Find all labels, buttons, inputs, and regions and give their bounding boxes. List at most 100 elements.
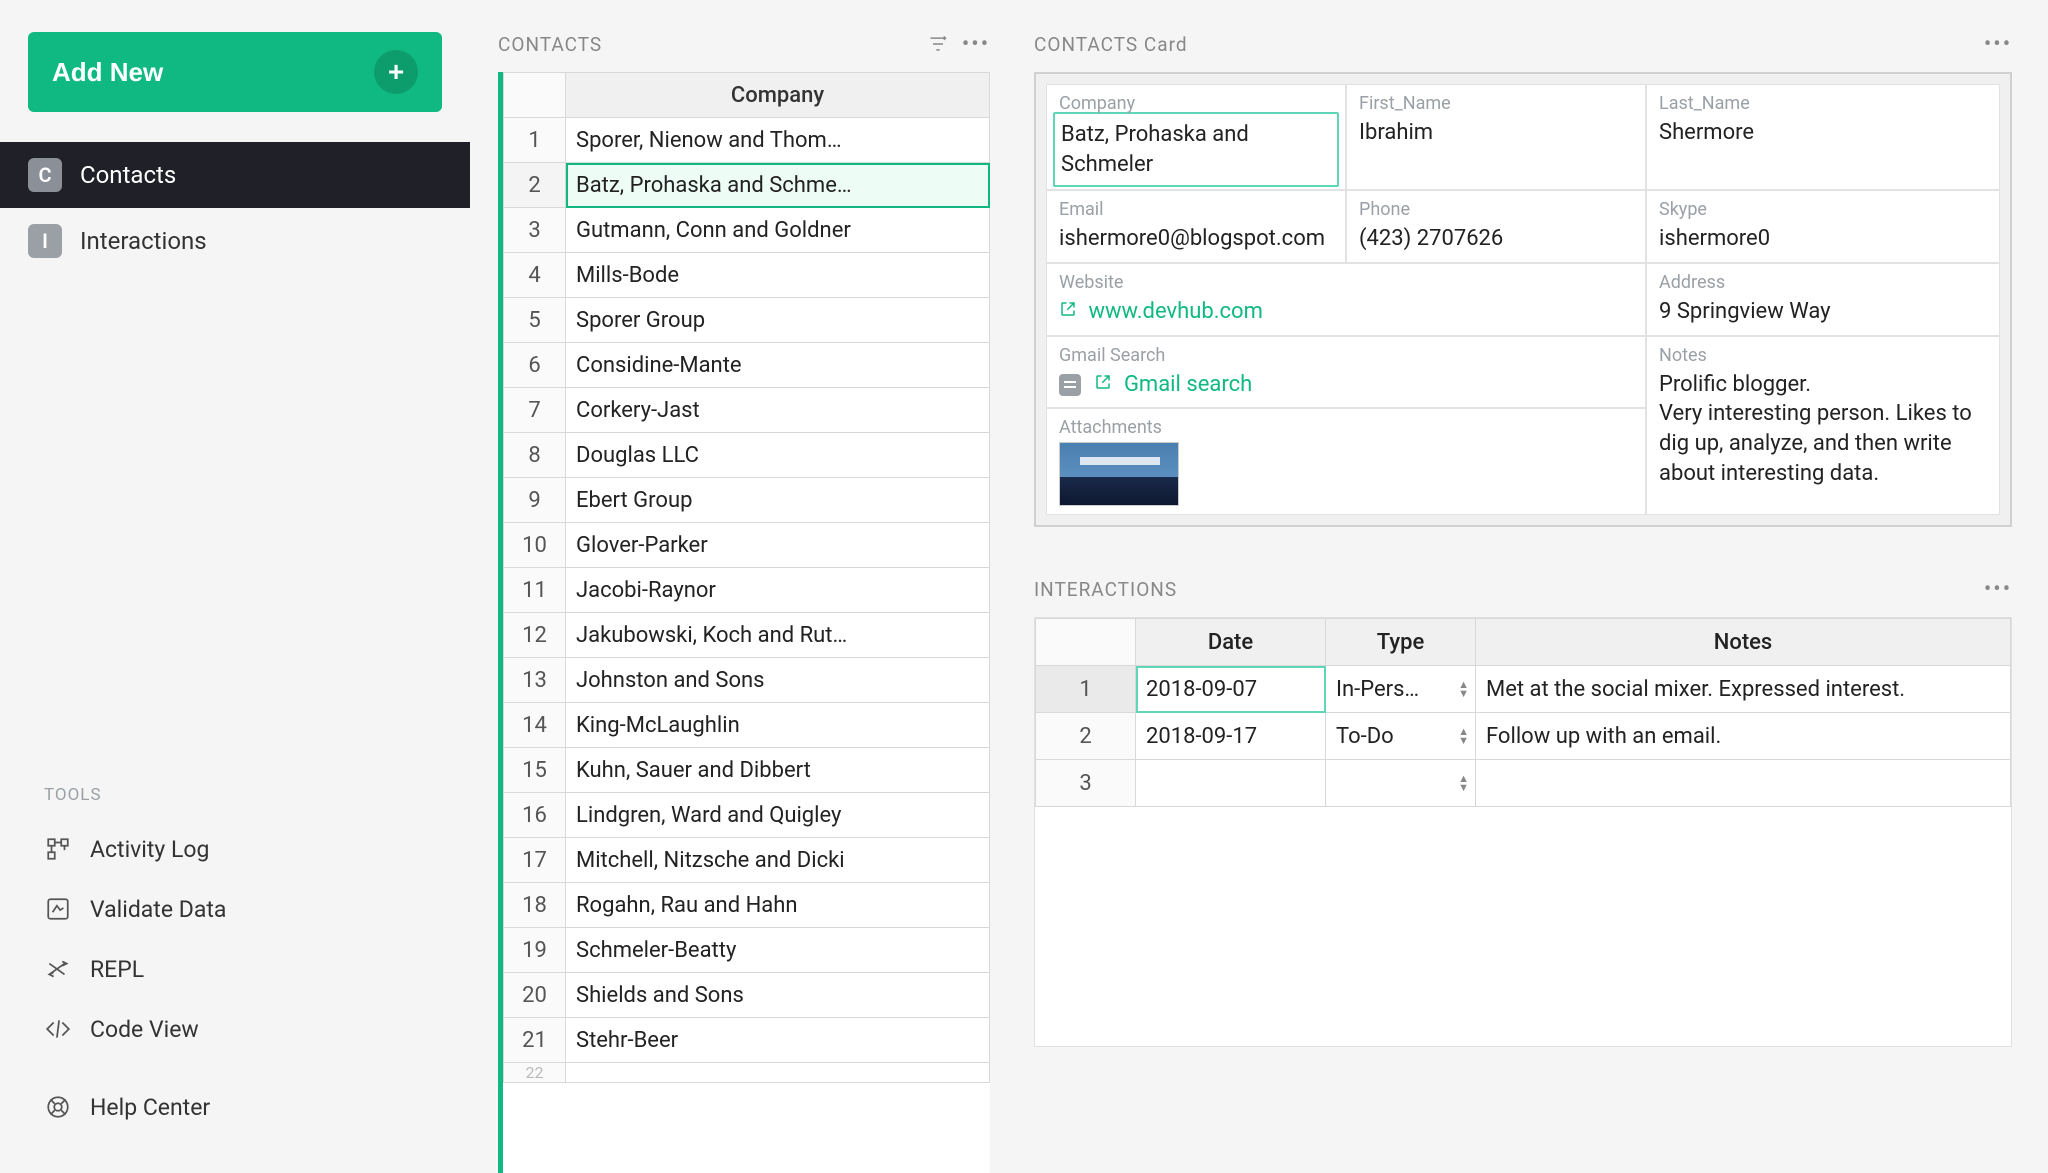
table-row[interactable]: 9Ebert Group [504,478,990,523]
more-icon[interactable]: ••• [1984,575,2012,603]
row-number[interactable]: 20 [504,973,566,1018]
date-header[interactable]: Date [1136,619,1326,666]
nav-item-contacts[interactable]: C Contacts [0,142,470,208]
table-row[interactable]: 4Mills-Bode [504,253,990,298]
type-cell[interactable]: In-Pers…▲▼ [1326,666,1476,713]
table-row[interactable]: 17Mitchell, Nitzsche and Dicki [504,838,990,883]
row-number[interactable]: 2 [504,163,566,208]
row-number[interactable]: 3 [504,208,566,253]
row-number[interactable]: 16 [504,793,566,838]
table-row[interactable]: 19Schmeler-Beatty [504,928,990,973]
table-row[interactable]: 7Corkery-Jast [504,388,990,433]
more-icon[interactable]: ••• [1984,30,2012,58]
field-address[interactable]: Address 9 Springview Way [1646,263,2000,336]
field-skype[interactable]: Skype ishermore0 [1646,190,2000,263]
company-cell[interactable]: Douglas LLC [566,433,990,478]
row-number[interactable]: 11 [504,568,566,613]
row-number[interactable]: 12 [504,613,566,658]
table-row[interactable]: 13Johnston and Sons [504,658,990,703]
table-row[interactable]: 15Kuhn, Sauer and Dibbert [504,748,990,793]
row-number[interactable]: 7 [504,388,566,433]
nav-item-interactions[interactable]: I Interactions [0,208,470,274]
company-cell[interactable]: Kuhn, Sauer and Dibbert [566,748,990,793]
more-icon[interactable]: ••• [962,30,990,58]
company-cell[interactable]: King-McLaughlin [566,703,990,748]
table-row[interactable]: 5Sporer Group [504,298,990,343]
company-cell[interactable] [566,1063,990,1083]
table-row[interactable]: 11Jacobi-Raynor [504,568,990,613]
row-number[interactable]: 1 [504,118,566,163]
row-number[interactable]: 19 [504,928,566,973]
tool-code-view[interactable]: Code View [0,999,470,1059]
table-row[interactable]: 21Stehr-Beer [504,1018,990,1063]
company-cell[interactable]: Johnston and Sons [566,658,990,703]
row-number[interactable]: 3 [1036,760,1136,807]
rownum-header[interactable] [1036,619,1136,666]
rownum-header[interactable] [504,73,566,118]
field-phone[interactable]: Phone (423) 2707626 [1346,190,1646,263]
row-number[interactable]: 15 [504,748,566,793]
table-row[interactable]: 6Considine-Mante [504,343,990,388]
table-row[interactable]: 10Glover-Parker [504,523,990,568]
type-cell[interactable]: To-Do▲▼ [1326,713,1476,760]
tool-activity-log[interactable]: Activity Log [0,819,470,879]
website-link[interactable]: www.devhub.com [1088,299,1262,324]
filter-icon[interactable] [924,30,952,58]
row-number[interactable]: 21 [504,1018,566,1063]
table-row[interactable]: 14King-McLaughlin [504,703,990,748]
company-cell[interactable]: Mills-Bode [566,253,990,298]
date-cell[interactable]: 2018-09-17 [1136,713,1326,760]
add-new-button[interactable]: Add New + [28,32,442,112]
notes-cell[interactable]: Follow up with an email. [1476,713,2011,760]
company-cell[interactable]: Batz, Prohaska and Schme… [566,163,990,208]
attachment-thumbnail[interactable] [1059,442,1179,506]
row-number[interactable]: 5 [504,298,566,343]
field-gmail-search[interactable]: Gmail Search Gmail search [1046,336,1646,409]
table-row[interactable]: 22018-09-17To-Do▲▼Follow up with an emai… [1036,713,2011,760]
table-row[interactable]: 3 ▲▼ [1036,760,2011,807]
table-row[interactable]: 16Lindgren, Ward and Quigley [504,793,990,838]
company-cell[interactable]: Glover-Parker [566,523,990,568]
field-website[interactable]: Website www.devhub.com [1046,263,1646,336]
table-row[interactable]: 3Gutmann, Conn and Goldner [504,208,990,253]
row-number[interactable]: 17 [504,838,566,883]
type-header[interactable]: Type [1326,619,1476,666]
field-company[interactable]: Company Batz, Prohaska and Schmeler [1046,84,1346,190]
row-number[interactable]: 9 [504,478,566,523]
table-row[interactable]: 20Shields and Sons [504,973,990,1018]
row-number[interactable]: 1 [1036,666,1136,713]
table-row[interactable]: 12018-09-07In-Pers…▲▼Met at the social m… [1036,666,2011,713]
dropdown-arrows-icon[interactable]: ▲▼ [1458,680,1469,698]
tool-repl[interactable]: REPL [0,939,470,999]
dropdown-arrows-icon[interactable]: ▲▼ [1458,727,1469,745]
company-cell[interactable]: Ebert Group [566,478,990,523]
table-row[interactable]: 18Rogahn, Rau and Hahn [504,883,990,928]
field-email[interactable]: Email ishermore0@blogspot.com [1046,190,1346,263]
notes-header[interactable]: Notes [1476,619,2011,666]
table-row[interactable]: 8Douglas LLC [504,433,990,478]
field-notes[interactable]: Notes Prolific blogger. Very interesting… [1646,336,2000,516]
row-number[interactable]: 2 [1036,713,1136,760]
tool-validate-data[interactable]: Validate Data [0,879,470,939]
company-cell[interactable]: Sporer, Nienow and Thom… [566,118,990,163]
company-cell[interactable]: Gutmann, Conn and Goldner [566,208,990,253]
company-cell[interactable]: Jacobi-Raynor [566,568,990,613]
row-number[interactable]: 22 [504,1063,566,1083]
company-cell[interactable]: Shields and Sons [566,973,990,1018]
company-cell[interactable]: Rogahn, Rau and Hahn [566,883,990,928]
dropdown-arrows-icon[interactable]: ▲▼ [1458,774,1469,792]
notes-cell[interactable] [1476,760,2011,807]
field-last-name[interactable]: Last_Name Shermore [1646,84,2000,190]
table-row[interactable]: 2Batz, Prohaska and Schme… [504,163,990,208]
company-cell[interactable]: Lindgren, Ward and Quigley [566,793,990,838]
tool-help-center[interactable]: Help Center [0,1077,470,1137]
row-number[interactable]: 8 [504,433,566,478]
company-cell[interactable]: Schmeler-Beatty [566,928,990,973]
table-row[interactable]: 12Jakubowski, Koch and Rut… [504,613,990,658]
row-number[interactable]: 14 [504,703,566,748]
field-first-name[interactable]: First_Name Ibrahim [1346,84,1646,190]
table-row[interactable]: 22 [504,1063,990,1083]
company-cell[interactable]: Stehr-Beer [566,1018,990,1063]
row-number[interactable]: 10 [504,523,566,568]
company-cell[interactable]: Corkery-Jast [566,388,990,433]
